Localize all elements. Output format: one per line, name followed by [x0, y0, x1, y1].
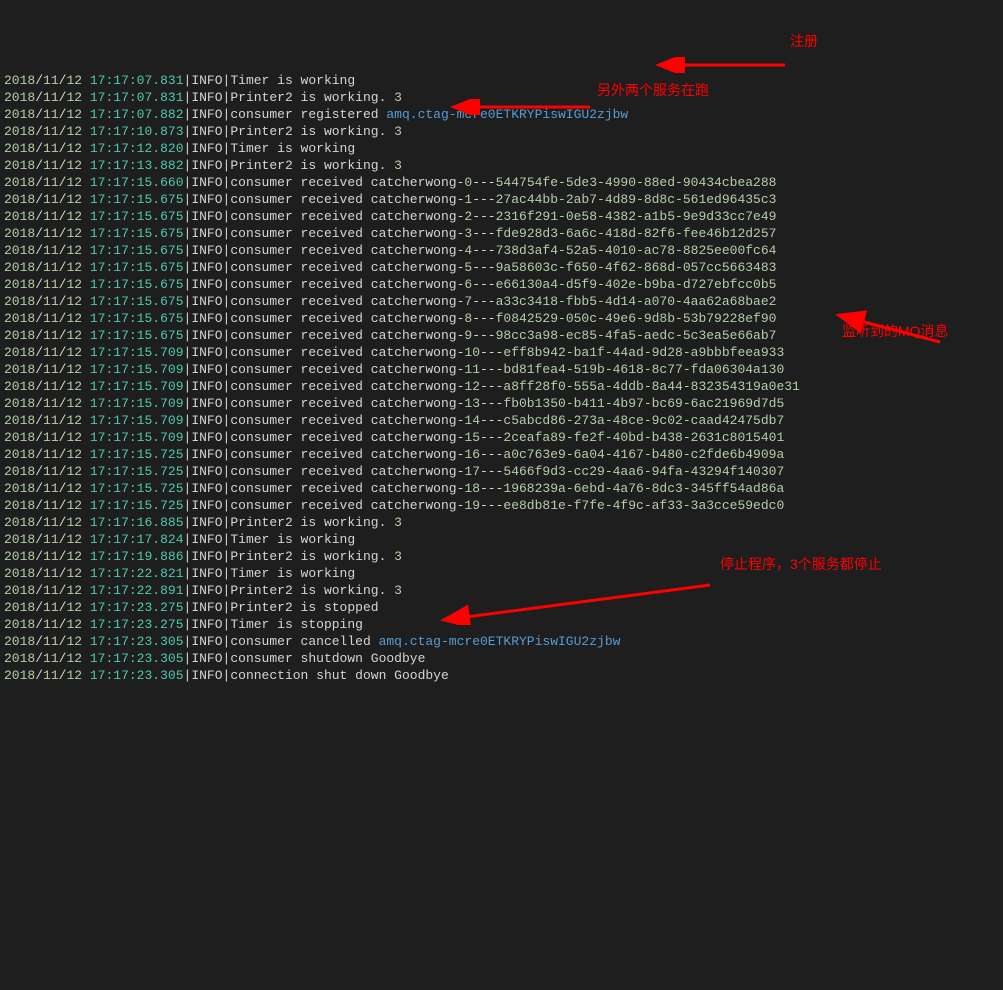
log-line[interactable]: 2018/11/12 17:17:22.891|INFO|Printer2 is… — [4, 582, 999, 599]
log-line[interactable]: 2018/11/12 17:17:22.821|INFO|Timer is wo… — [4, 565, 999, 582]
log-line[interactable]: 2018/11/12 17:17:23.305|INFO|consumer sh… — [4, 650, 999, 667]
log-line[interactable]: 2018/11/12 17:17:15.675|INFO|consumer re… — [4, 242, 999, 259]
log-line[interactable]: 2018/11/12 17:17:15.660|INFO|consumer re… — [4, 174, 999, 191]
log-line[interactable]: 2018/11/12 17:17:15.675|INFO|consumer re… — [4, 208, 999, 225]
log-line[interactable]: 2018/11/12 17:17:15.675|INFO|consumer re… — [4, 310, 999, 327]
log-line[interactable]: 2018/11/12 17:17:07.882|INFO|consumer re… — [4, 106, 999, 123]
log-line[interactable]: 2018/11/12 17:17:15.709|INFO|consumer re… — [4, 344, 999, 361]
log-line[interactable]: 2018/11/12 17:17:23.305|INFO|consumer ca… — [4, 633, 999, 650]
log-line[interactable]: 2018/11/12 17:17:15.709|INFO|consumer re… — [4, 429, 999, 446]
log-line[interactable]: 2018/11/12 17:17:15.675|INFO|consumer re… — [4, 259, 999, 276]
log-line[interactable]: 2018/11/12 17:17:15.709|INFO|consumer re… — [4, 361, 999, 378]
log-line[interactable]: 2018/11/12 17:17:15.725|INFO|consumer re… — [4, 463, 999, 480]
log-line[interactable]: 2018/11/12 17:17:15.725|INFO|consumer re… — [4, 497, 999, 514]
log-line[interactable]: 2018/11/12 17:17:15.709|INFO|consumer re… — [4, 412, 999, 429]
log-line[interactable]: 2018/11/12 17:17:13.882|INFO|Printer2 is… — [4, 157, 999, 174]
log-line[interactable]: 2018/11/12 17:17:15.709|INFO|consumer re… — [4, 395, 999, 412]
log-line[interactable]: 2018/11/12 17:17:12.820|INFO|Timer is wo… — [4, 140, 999, 157]
log-line[interactable]: 2018/11/12 17:17:15.675|INFO|consumer re… — [4, 293, 999, 310]
log-line[interactable]: 2018/11/12 17:17:15.675|INFO|consumer re… — [4, 191, 999, 208]
log-line[interactable]: 2018/11/12 17:17:23.275|INFO|Printer2 is… — [4, 599, 999, 616]
log-line[interactable]: 2018/11/12 17:17:07.831|INFO|Printer2 is… — [4, 89, 999, 106]
log-line[interactable]: 2018/11/12 17:17:15.725|INFO|consumer re… — [4, 446, 999, 463]
log-line[interactable]: 2018/11/12 17:17:15.675|INFO|consumer re… — [4, 276, 999, 293]
log-line[interactable]: 2018/11/12 17:17:15.675|INFO|consumer re… — [4, 225, 999, 242]
log-line[interactable]: 2018/11/12 17:17:23.305|INFO|connection … — [4, 667, 999, 684]
annotation-register: 注册 — [790, 33, 818, 50]
log-line[interactable]: 2018/11/12 17:17:16.885|INFO|Printer2 is… — [4, 514, 999, 531]
log-line[interactable]: 2018/11/12 17:17:19.886|INFO|Printer2 is… — [4, 548, 999, 565]
log-line[interactable]: 2018/11/12 17:17:15.709|INFO|consumer re… — [4, 378, 999, 395]
log-line[interactable]: 2018/11/12 17:17:15.725|INFO|consumer re… — [4, 480, 999, 497]
log-output[interactable]: 2018/11/12 17:17:07.831|INFO|Timer is wo… — [4, 72, 999, 684]
log-line[interactable]: 2018/11/12 17:17:23.275|INFO|Timer is st… — [4, 616, 999, 633]
log-line[interactable]: 2018/11/12 17:17:10.873|INFO|Printer2 is… — [4, 123, 999, 140]
log-line[interactable]: 2018/11/12 17:17:07.831|INFO|Timer is wo… — [4, 72, 999, 89]
log-line[interactable]: 2018/11/12 17:17:17.824|INFO|Timer is wo… — [4, 531, 999, 548]
log-line[interactable]: 2018/11/12 17:17:15.675|INFO|consumer re… — [4, 327, 999, 344]
